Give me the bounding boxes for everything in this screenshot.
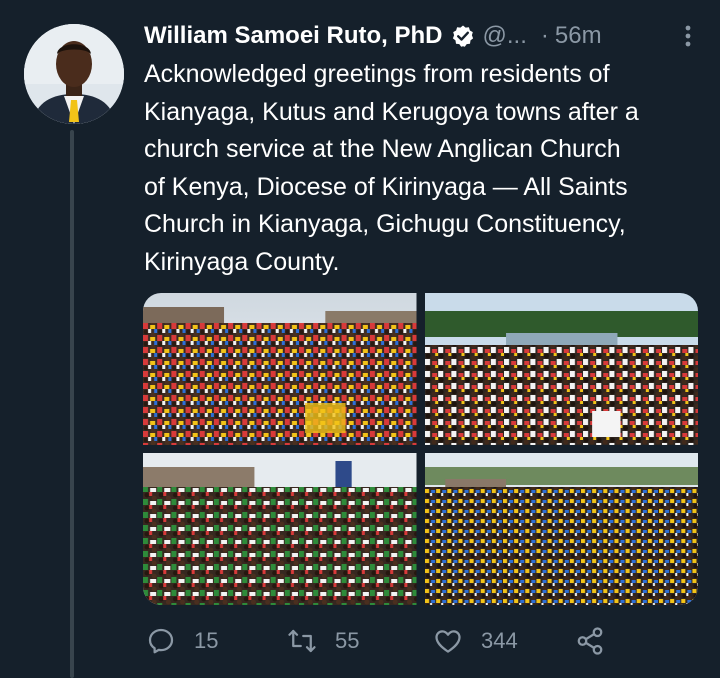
author-name[interactable]: William Samoei Ruto, PhD — [144, 22, 443, 50]
author-handle[interactable]: @... — [483, 22, 527, 50]
photo-3[interactable] — [143, 453, 417, 605]
reply-button[interactable]: 15 — [146, 620, 218, 662]
photo-4[interactable] — [424, 453, 698, 605]
separator-dot: · — [540, 22, 549, 49]
share-icon — [575, 626, 605, 656]
photo-2[interactable] — [424, 293, 698, 445]
tweet-text: Acknowledged greetings from residents of… — [144, 60, 639, 276]
photo-1[interactable] — [143, 293, 417, 445]
retweet-button[interactable]: 55 — [287, 620, 359, 662]
like-count: 344 — [481, 628, 518, 653]
author-avatar[interactable] — [24, 24, 124, 124]
like-button[interactable]: 344 — [433, 620, 518, 662]
more-options-icon[interactable] — [676, 22, 700, 50]
share-button[interactable] — [575, 620, 605, 662]
tweet-timestamp[interactable]: 56m — [555, 22, 602, 50]
media-grid — [143, 293, 698, 605]
like-icon — [433, 626, 463, 656]
verified-badge-icon — [451, 24, 475, 48]
tweet-actions: 15 55 344 — [143, 620, 623, 662]
reply-count: 15 — [194, 628, 219, 653]
thread-line — [70, 130, 74, 678]
tweet-header: William Samoei Ruto, PhD @... · 56m — [144, 18, 700, 54]
reply-icon — [146, 626, 176, 656]
retweet-icon — [287, 626, 317, 656]
retweet-count: 55 — [335, 628, 360, 653]
